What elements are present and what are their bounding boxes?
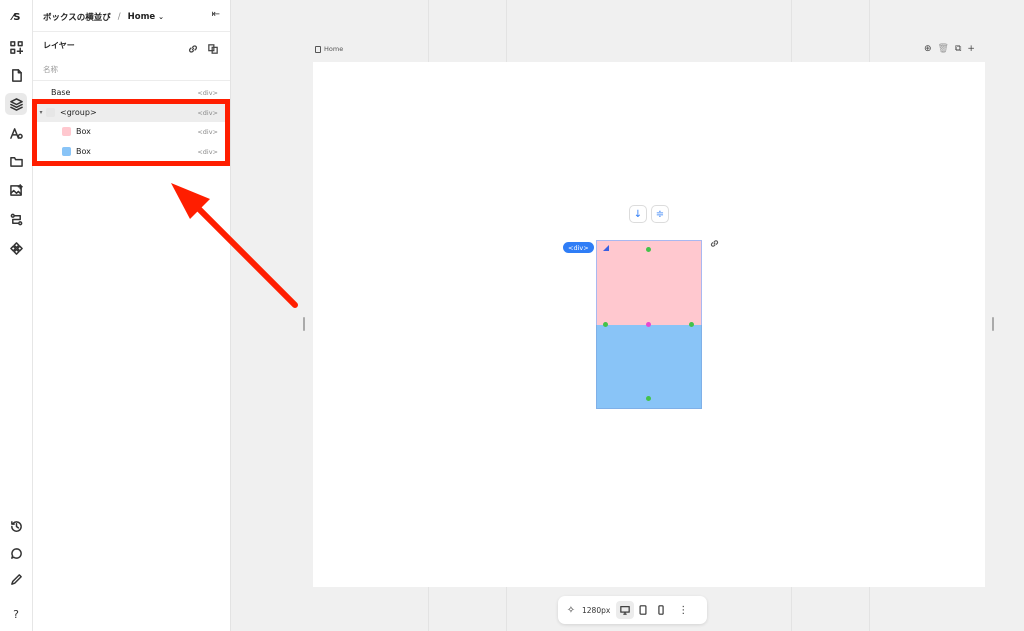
pink-box[interactable]	[596, 240, 702, 325]
breadcrumb: ボックスの横並び / Home ⌄	[43, 11, 164, 23]
copy-icon[interactable]: ⧉	[955, 44, 961, 54]
comment-icon[interactable]	[5, 542, 27, 564]
layers-title: レイヤー	[43, 41, 75, 50]
desktop-icon[interactable]	[616, 601, 635, 619]
plus-icon[interactable]: +	[967, 44, 975, 54]
link-icon[interactable]	[188, 39, 198, 58]
layers-panel: ボックスの横並び / Home ⌄ ⇤ レイヤー 名称 Base <div> ▾…	[33, 0, 231, 631]
icon-rail: ⁄S ?	[0, 0, 33, 631]
project-name[interactable]: ボックスの横並び	[43, 11, 111, 23]
frame-tools: ⊕ 🗑 ⧉ +	[924, 44, 975, 54]
ai-sparkle-icon[interactable]: ✧	[562, 601, 580, 619]
components-icon[interactable]	[5, 36, 27, 58]
viewport-toolbar: ✧ 1280px ⋮	[558, 596, 707, 624]
layers-actions	[188, 39, 218, 58]
column-header-name: 名称	[43, 65, 58, 74]
page-icon[interactable]	[5, 64, 27, 86]
annotation-highlight-box	[32, 99, 230, 166]
page-icon	[315, 45, 321, 53]
tablet-icon[interactable]	[634, 601, 652, 619]
gap-handle[interactable]	[646, 322, 651, 327]
history-icon[interactable]	[5, 515, 27, 537]
link-icon[interactable]	[708, 238, 720, 248]
resize-handle[interactable]	[689, 322, 694, 327]
layers-icon[interactable]	[5, 93, 27, 115]
breadcrumb-separator: /	[117, 12, 121, 22]
media-icon[interactable]	[5, 179, 27, 201]
logo[interactable]: ⁄S	[5, 6, 27, 28]
collapse-panel-icon[interactable]: ⇤	[212, 9, 220, 20]
page-selector[interactable]: Home ⌄	[128, 12, 164, 22]
selected-element-tag[interactable]: <div>	[563, 242, 594, 253]
assets-icon[interactable]	[5, 122, 27, 144]
edit-icon[interactable]	[5, 568, 27, 590]
folder-icon[interactable]	[5, 150, 27, 172]
add-page-icon[interactable]: ⊕	[924, 44, 932, 54]
frame-label[interactable]: Home	[315, 45, 343, 53]
flow-icon[interactable]	[5, 208, 27, 230]
more-icon[interactable]: ⋮	[674, 601, 692, 619]
resize-handle[interactable]	[646, 247, 651, 252]
divider	[33, 31, 230, 32]
divider	[33, 80, 230, 81]
help-icon[interactable]: ?	[5, 603, 27, 625]
resize-handle-left[interactable]	[303, 317, 305, 331]
mobile-icon[interactable]	[652, 601, 670, 619]
resize-handle[interactable]	[646, 396, 651, 401]
duplicate-icon[interactable]	[208, 39, 218, 58]
viewport-width[interactable]: 1280px	[582, 606, 610, 615]
component-icon[interactable]	[5, 237, 27, 259]
arrow-down-icon[interactable]: ↓	[629, 205, 647, 223]
resize-handle[interactable]	[603, 322, 608, 327]
resize-handle-right[interactable]	[992, 317, 994, 331]
align-center-icon[interactable]: ≑	[651, 205, 669, 223]
chevron-down-icon: ⌄	[158, 13, 165, 21]
trash-icon[interactable]: 🗑	[938, 44, 949, 54]
